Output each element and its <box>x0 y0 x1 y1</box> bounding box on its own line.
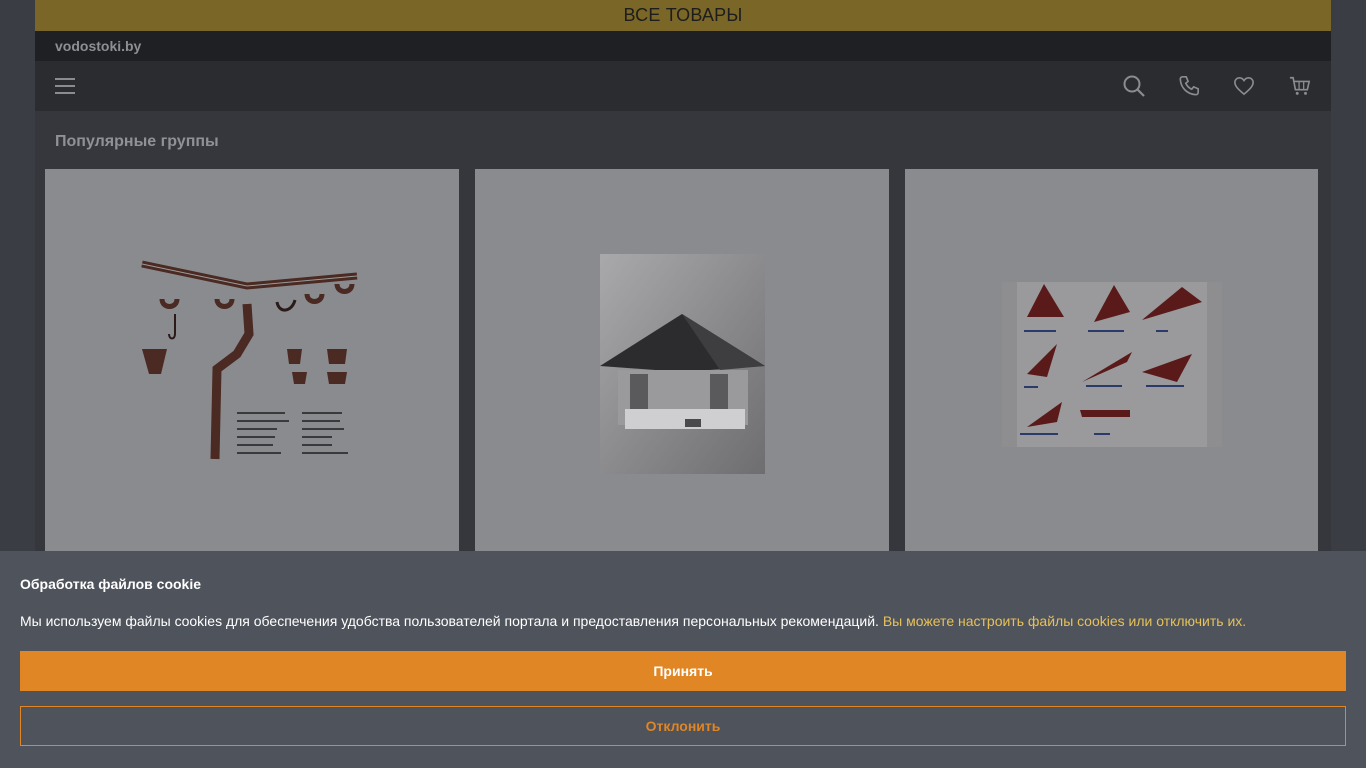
phone-button[interactable] <box>1161 61 1216 111</box>
site-name[interactable]: vodostoki.by <box>55 38 141 54</box>
nav-actions <box>1106 61 1311 111</box>
cookie-title: Обработка файлов cookie <box>20 576 202 592</box>
all-products-label: ВСЕ ТОВАРЫ <box>623 5 743 25</box>
site-bar: vodostoki.by <box>35 31 1331 61</box>
menu-button[interactable] <box>55 61 77 111</box>
accept-cookies-button[interactable]: Принять <box>20 651 1346 691</box>
cart-button[interactable] <box>1271 61 1311 111</box>
cart-icon <box>1289 76 1311 95</box>
favorites-button[interactable] <box>1216 61 1271 111</box>
chimney-cap-image <box>599 254 765 474</box>
roof-flashings-image <box>1001 281 1222 447</box>
nav-bar <box>35 61 1331 111</box>
cookie-banner: Обработка файлов cookie Мы используем фа… <box>0 551 1366 768</box>
cookie-text: Мы используем файлы cookies для обеспече… <box>20 613 1346 629</box>
menu-icon <box>55 78 75 94</box>
search-icon <box>1123 75 1145 97</box>
cookie-description: Мы используем файлы cookies для обеспече… <box>20 613 883 629</box>
cookie-settings-link[interactable]: Вы можете настроить файлы cookies или от… <box>883 613 1246 629</box>
popular-groups-list <box>35 169 1331 559</box>
group-card-chimney-caps[interactable] <box>475 169 889 559</box>
decline-cookies-button[interactable]: Отклонить <box>20 706 1346 746</box>
phone-icon <box>1178 76 1199 96</box>
search-button[interactable] <box>1106 61 1161 111</box>
group-card-flashings[interactable] <box>905 169 1318 559</box>
section-title: Популярные группы <box>55 133 219 150</box>
all-products-banner[interactable]: ВСЕ ТОВАРЫ <box>35 0 1331 31</box>
gutter-system-image <box>141 260 358 460</box>
group-card-gutters[interactable] <box>45 169 459 559</box>
heart-icon <box>1233 76 1254 96</box>
